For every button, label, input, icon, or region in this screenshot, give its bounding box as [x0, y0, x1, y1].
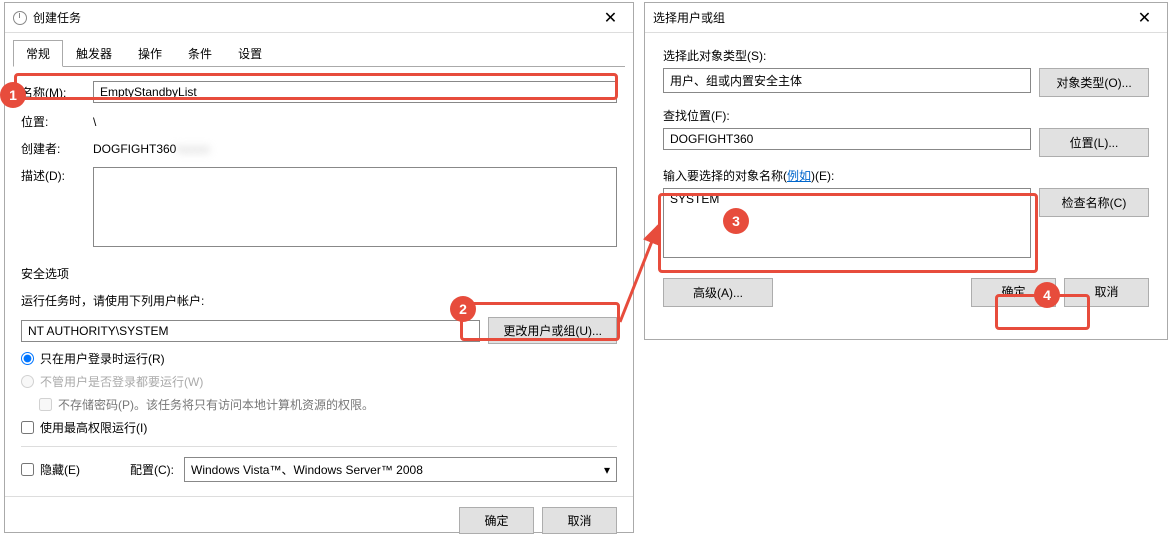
config-select[interactable]: Windows Vista™、Windows Server™ 2008 ▾ — [184, 457, 617, 482]
window2-title: 选择用户或组 — [653, 9, 725, 26]
location-button[interactable]: 位置(L)... — [1039, 128, 1149, 157]
tabs: 常规 触发器 操作 条件 设置 — [13, 39, 625, 67]
ok-button[interactable]: 确定 — [459, 507, 534, 534]
checkbox-hidden[interactable] — [21, 463, 34, 476]
change-user-button[interactable]: 更改用户或组(U)... — [488, 317, 617, 344]
tab-general[interactable]: 常规 — [13, 40, 63, 67]
config-label: 配置(C): — [130, 461, 174, 478]
checkbox-nostore-label: 不存储密码(P)。该任务将只有访问本地计算机资源的权限。 — [58, 396, 374, 413]
checkbox-nostore[interactable] — [39, 398, 52, 411]
checkbox-highest-priv[interactable] — [21, 421, 34, 434]
description-label: 描述(D): — [21, 167, 93, 184]
creator-label: 创建者: — [21, 140, 93, 157]
checkbox-highest-priv-label: 使用最高权限运行(I) — [40, 419, 147, 436]
cancel-button-2[interactable]: 取消 — [1064, 278, 1149, 307]
objname-input[interactable]: SYSTEM — [663, 188, 1031, 258]
location-label-2: 查找位置(F): — [663, 107, 1149, 124]
objtype-value: 用户、组或内置安全主体 — [663, 68, 1031, 93]
cancel-button[interactable]: 取消 — [542, 507, 617, 534]
tab-actions[interactable]: 操作 — [125, 40, 175, 67]
example-link[interactable]: 例如 — [787, 169, 811, 183]
titlebar: 创建任务 ✕ — [5, 3, 633, 33]
tab-settings[interactable]: 设置 — [225, 40, 275, 67]
close-icon-2[interactable]: ✕ — [1122, 3, 1167, 33]
security-title: 安全选项 — [21, 265, 617, 282]
location-value-2: DOGFIGHT360 — [663, 128, 1031, 150]
creator-value: DOGFIGHT360\xxxxx — [93, 142, 617, 156]
objtype-label: 选择此对象类型(S): — [663, 47, 1149, 64]
checkname-button[interactable]: 检查名称(C) — [1039, 188, 1149, 217]
location-value: \ — [93, 115, 617, 129]
window-title: 创建任务 — [33, 9, 81, 26]
tab-triggers[interactable]: 触发器 — [63, 40, 125, 67]
radio-any-login-label: 不管用户是否登录都要运行(W) — [40, 373, 203, 390]
callout-3: 3 — [723, 208, 749, 234]
tab-conditions[interactable]: 条件 — [175, 40, 225, 67]
description-input[interactable] — [93, 167, 617, 247]
name-label: 名称(M): — [21, 84, 93, 101]
checkbox-hidden-label: 隐藏(E) — [40, 461, 80, 478]
name-input[interactable] — [93, 81, 617, 103]
clock-icon — [13, 11, 27, 25]
runas-label: 运行任务时，请使用下列用户帐户: — [21, 292, 617, 309]
callout-1: 1 — [0, 82, 26, 108]
radio-logged-on-label: 只在用户登录时运行(R) — [40, 350, 165, 367]
radio-any-login[interactable] — [21, 375, 34, 388]
account-value: NT AUTHORITY\SYSTEM — [21, 320, 480, 342]
radio-logged-on[interactable] — [21, 352, 34, 365]
advanced-button[interactable]: 高级(A)... — [663, 278, 773, 307]
titlebar-2: 选择用户或组 ✕ — [645, 3, 1167, 33]
callout-4: 4 — [1034, 282, 1060, 308]
callout-2: 2 — [450, 296, 476, 322]
create-task-window: 创建任务 ✕ 常规 触发器 操作 条件 设置 名称(M): 位置: \ 创建者:… — [4, 2, 634, 533]
close-icon[interactable]: ✕ — [588, 3, 633, 33]
objtype-button[interactable]: 对象类型(O)... — [1039, 68, 1149, 97]
objname-label: 输入要选择的对象名称(例如)(E): — [663, 167, 1149, 184]
location-label: 位置: — [21, 113, 93, 130]
chevron-down-icon: ▾ — [604, 463, 610, 477]
select-user-window: 选择用户或组 ✕ 选择此对象类型(S): 用户、组或内置安全主体 对象类型(O)… — [644, 2, 1168, 340]
